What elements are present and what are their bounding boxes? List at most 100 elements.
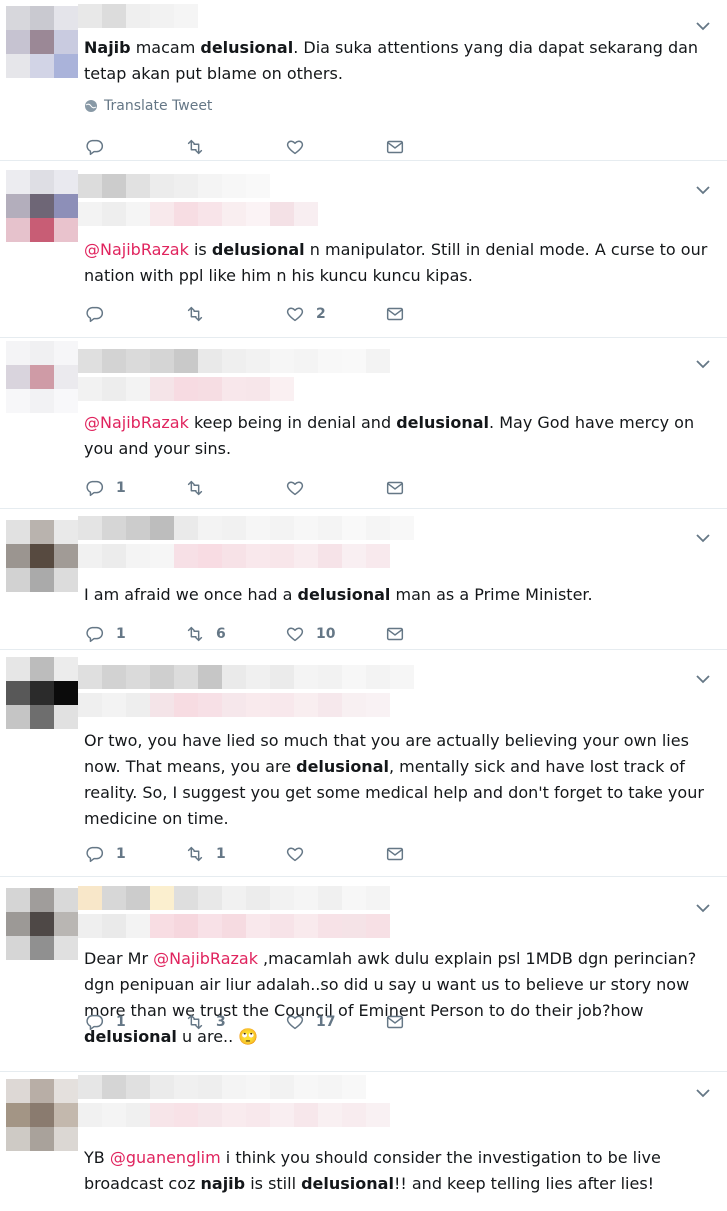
reply-button[interactable]: [84, 302, 116, 326]
heart-icon: [286, 627, 304, 642]
text-segment: I am afraid we once had a: [84, 585, 298, 604]
avatar[interactable]: [6, 170, 78, 242]
avatar[interactable]: [6, 341, 78, 413]
avatar[interactable]: [6, 6, 78, 78]
tweet-text: @NajibRazak keep being in denial and del…: [84, 410, 713, 462]
reply-icon: [86, 306, 103, 323]
text-segment: Dear Mr: [84, 949, 154, 968]
tweet-text: Or two, you have lied so much that you a…: [84, 728, 713, 832]
retweet-count: 3: [216, 1014, 226, 1030]
highlighted-keyword: delusional: [200, 38, 294, 57]
reply-button[interactable]: 1: [84, 1010, 126, 1034]
like-button[interactable]: [284, 135, 316, 159]
tweet[interactable]: @NajibRazak is delusional n manipulator.…: [0, 160, 727, 338]
tweet[interactable]: YB @guanenglim i think you should consid…: [0, 1071, 727, 1211]
retweet-button[interactable]: 3: [184, 1010, 226, 1034]
text-segment: keep being in denial and: [188, 413, 397, 432]
tweet[interactable]: @NajibRazak keep being in denial and del…: [0, 337, 727, 509]
text-segment: YB: [84, 1148, 110, 1167]
tweet-text: Najib macam delusional. Dia suka attenti…: [84, 35, 713, 87]
chevron-down-icon[interactable]: [693, 354, 713, 374]
tweet[interactable]: I am afraid we once had a delusional man…: [0, 508, 727, 650]
chevron-down-icon[interactable]: [693, 898, 713, 918]
direct-message-button[interactable]: [384, 842, 406, 866]
like-button[interactable]: [284, 476, 316, 500]
tweet-text: YB @guanenglim i think you should consid…: [84, 1145, 713, 1197]
translate-tweet-link[interactable]: Translate Tweet: [84, 98, 212, 114]
replie-count: 1: [116, 480, 126, 496]
like-button[interactable]: [284, 842, 316, 866]
avatar[interactable]: [6, 1079, 78, 1151]
blurred-username: [78, 4, 198, 28]
direct-message-button[interactable]: [384, 476, 406, 500]
replie-count: 1: [116, 1014, 126, 1030]
chevron-down-icon[interactable]: [693, 1083, 713, 1103]
tweet-text: I am afraid we once had a delusional man…: [84, 582, 713, 608]
blurred-username: [78, 665, 414, 689]
blurred-handle: [78, 914, 390, 938]
avatar[interactable]: [6, 520, 78, 592]
retweet-button[interactable]: [184, 135, 216, 159]
mention-link[interactable]: @NajibRazak: [84, 240, 189, 259]
like-count: 17: [316, 1014, 336, 1030]
chevron-down-icon[interactable]: [693, 528, 713, 548]
retweet-button[interactable]: 6: [184, 622, 226, 646]
tweet-text: @NajibRazak is delusional n manipulator.…: [84, 237, 713, 289]
retweet-icon: [187, 139, 203, 155]
reply-icon: [86, 626, 103, 643]
translate-label[interactable]: Translate Tweet: [104, 98, 212, 114]
retweet-count: 6: [216, 626, 226, 642]
tweet[interactable]: Or two, you have lied so much that you a…: [0, 649, 727, 877]
blurred-handle: [78, 377, 294, 401]
direct-message-button[interactable]: [384, 302, 406, 326]
envelope-icon: [386, 627, 404, 641]
retweet-button[interactable]: [184, 302, 216, 326]
mention-link[interactable]: @guanenglim: [110, 1148, 221, 1167]
like-button[interactable]: 17: [284, 1010, 335, 1034]
reply-icon: [86, 1014, 103, 1031]
mention-link[interactable]: @NajibRazak: [153, 949, 258, 968]
highlighted-keyword: delusional: [296, 757, 389, 776]
tweet[interactable]: Dear Mr @NajibRazak ,macamlah awk dulu e…: [0, 876, 727, 1072]
envelope-icon: [386, 140, 404, 154]
replie-count: 1: [116, 626, 126, 642]
chevron-down-icon[interactable]: [693, 180, 713, 200]
highlighted-keyword: najib: [200, 1174, 246, 1193]
reply-button[interactable]: [84, 135, 116, 159]
like-count: 2: [316, 306, 326, 322]
highlighted-keyword: delusional: [396, 413, 490, 432]
chevron-down-icon[interactable]: [693, 669, 713, 689]
heart-icon: [286, 481, 304, 496]
retweet-count: 1: [216, 846, 226, 862]
reply-button[interactable]: 1: [84, 622, 126, 646]
retweet-button[interactable]: [184, 476, 216, 500]
avatar[interactable]: [6, 888, 78, 960]
tweet[interactable]: Najib macam delusional. Dia suka attenti…: [0, 0, 727, 161]
reply-button[interactable]: 1: [84, 842, 126, 866]
blurred-username: [78, 349, 390, 373]
heart-icon: [286, 140, 304, 155]
avatar[interactable]: [6, 657, 78, 729]
blurred-username: [78, 1075, 366, 1099]
blurred-username: [78, 886, 390, 910]
envelope-icon: [386, 481, 404, 495]
retweet-icon: [187, 626, 203, 642]
direct-message-button[interactable]: [384, 135, 406, 159]
mention-link[interactable]: @NajibRazak: [84, 413, 189, 432]
highlighted-keyword: delusional: [301, 1174, 394, 1193]
text-segment: is still: [245, 1174, 302, 1193]
like-count: 10: [316, 626, 336, 642]
tweet-feed: Najib macam delusional. Dia suka attenti…: [0, 0, 727, 1211]
like-button[interactable]: 2: [284, 302, 326, 326]
reply-icon: [86, 480, 103, 497]
text-segment: macam: [130, 38, 201, 57]
like-button[interactable]: 10: [284, 622, 335, 646]
direct-message-button[interactable]: [384, 622, 406, 646]
text-segment: man as a Prime Minister.: [390, 585, 593, 604]
reply-button[interactable]: 1: [84, 476, 126, 500]
chevron-down-icon[interactable]: [693, 16, 713, 36]
retweet-icon: [187, 1014, 203, 1030]
retweet-button[interactable]: 1: [184, 842, 226, 866]
highlighted-keyword: Najib: [84, 38, 131, 57]
direct-message-button[interactable]: [384, 1010, 406, 1034]
